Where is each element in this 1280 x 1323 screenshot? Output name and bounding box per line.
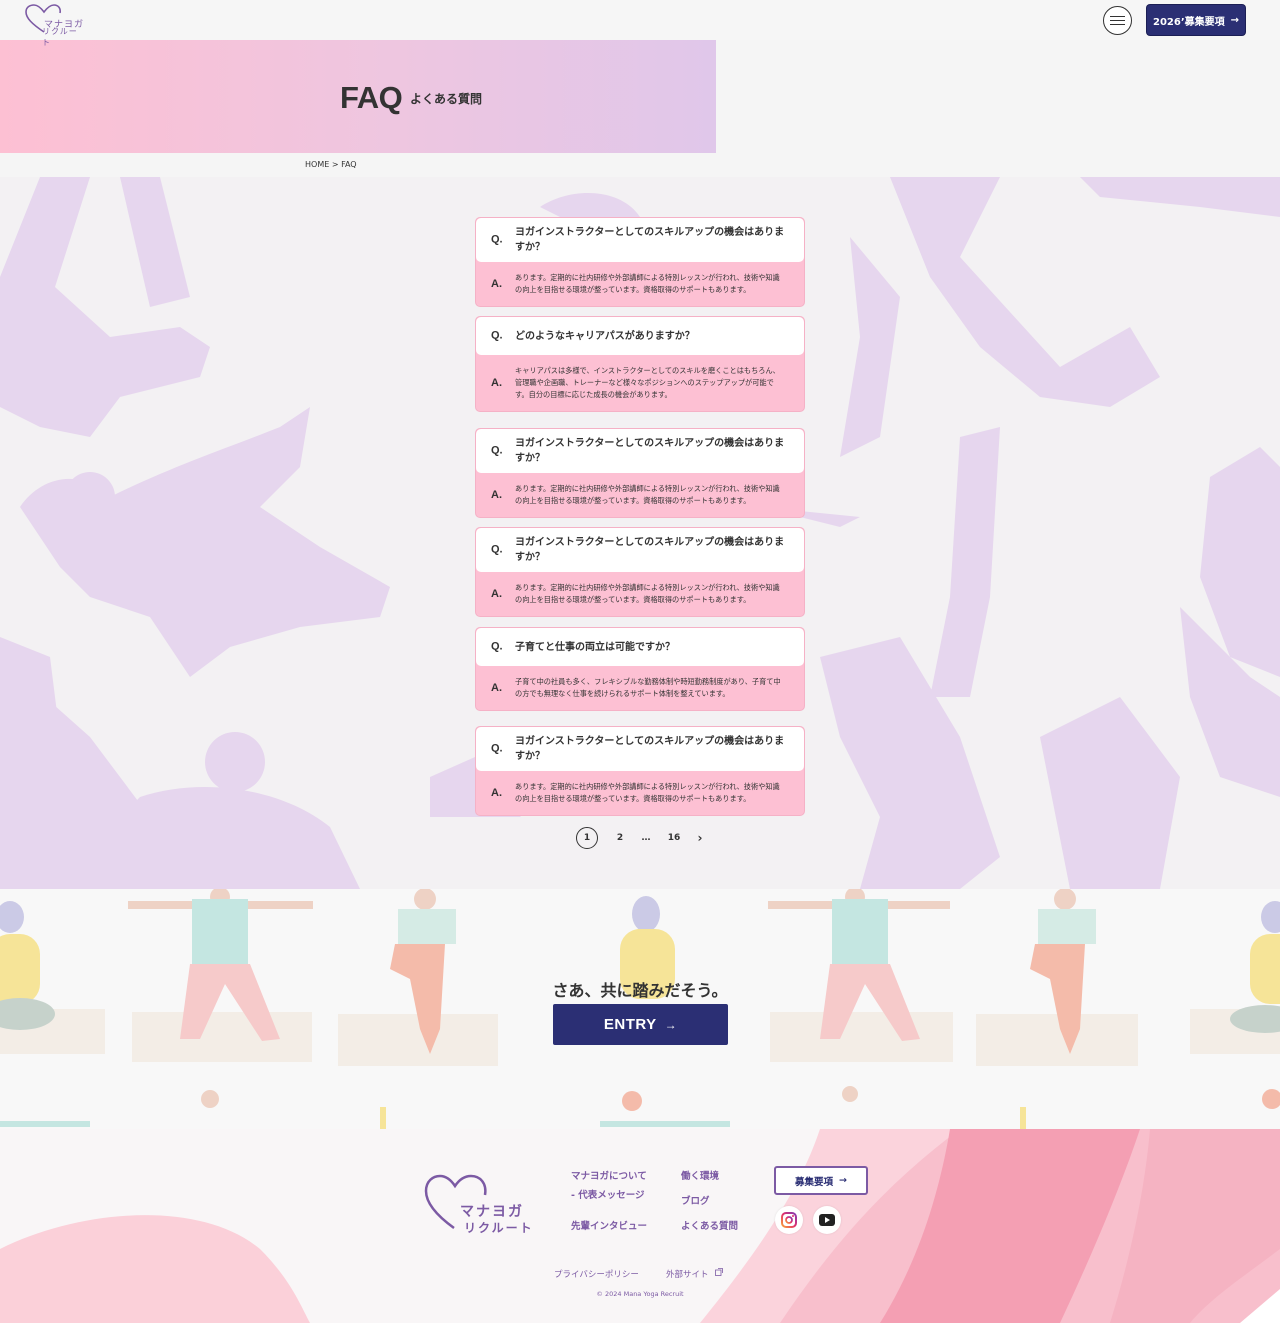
page-2[interactable]: 2 [609, 827, 631, 849]
answer-mark: A. [491, 588, 502, 600]
answer-mark: A. [491, 278, 502, 290]
recruit-button-label: 2026’募集要項 [1152, 16, 1225, 28]
recruit-requirements-button[interactable]: 2026’募集要項 → [1147, 5, 1245, 35]
site-footer: マナヨガ リクルート マナヨガについて - 代表メッセージ 先輩インタビュー 働… [0, 1129, 1280, 1323]
entry-button[interactable]: ENTRY → [553, 1004, 728, 1045]
site-header: マナヨガ リクルート 2026’募集要項 → [0, 0, 1280, 47]
faq-item[interactable]: Q. 子育てと仕事の両立は可能ですか？ A. 子育て中の社員も多く、フレキシブル… [475, 627, 805, 711]
answer-text: あります。定期的に社内研修や外部講師による特別レッスンが行われ、技術や知識の向上… [515, 782, 780, 803]
faq-question[interactable]: Q. 子育てと仕事の両立は可能ですか？ [476, 628, 804, 666]
instagram-button[interactable] [775, 1206, 803, 1234]
faq-answer: A. あります。定期的に社内研修や外部講師による特別レッスンが行われ、技術や知識… [476, 262, 804, 306]
external-site-link[interactable]: 外部サイト [666, 1268, 724, 1280]
page-title: FAQ [340, 80, 403, 115]
footer-logo-line2: リクルート [464, 1221, 534, 1235]
answer-text: あります。定期的に社内研修や外部講師による特別レッスンが行われ、技術や知識の向上… [515, 484, 780, 505]
faq-question[interactable]: Q. ヨガインストラクターとしてのスキルアップの機会はありますか？ [476, 727, 804, 771]
external-link-icon [715, 1268, 724, 1276]
site-logo[interactable]: マナヨガ リクルート [24, 4, 84, 47]
next-page-icon[interactable]: › [689, 827, 711, 849]
footer-link-message[interactable]: - 代表メッセージ [571, 1187, 645, 1201]
hamburger-menu-button[interactable] [1103, 6, 1132, 35]
menu-icon-line3 [1110, 24, 1125, 25]
arrow-right-icon: → [664, 1017, 678, 1032]
external-site-label: 外部サイト [666, 1270, 709, 1280]
page-1[interactable]: 1 [576, 827, 598, 849]
question-mark: Q. [491, 543, 503, 556]
faq-answer: A. キャリアパスは多様で、インストラクターとしてのスキルを磨くことはもちろん、… [476, 355, 804, 411]
faq-question[interactable]: Q. ヨガインストラクターとしてのスキルアップの機会はありますか？ [476, 218, 804, 262]
page-subtitle: よくある質問 [410, 92, 483, 106]
faq-answer: A. あります。定期的に社内研修や外部講師による特別レッスンが行われ、技術や知識… [476, 572, 804, 616]
answer-text: あります。定期的に社内研修や外部講師による特別レッスンが行われ、技術や知識の向上… [515, 583, 780, 604]
question-text: ヨガインストラクターとしてのスキルアップの機会はありますか？ [515, 438, 785, 464]
menu-icon [1110, 16, 1125, 17]
faq-item[interactable]: Q. ヨガインストラクターとしてのスキルアップの機会はありますか？ A. ありま… [475, 428, 805, 518]
page-16[interactable]: 16 [663, 827, 685, 849]
pagination: 1 2 … 16 › [576, 827, 711, 849]
question-text: 子育てと仕事の両立は可能ですか？ [515, 641, 675, 653]
faq-answer: A. あります。定期的に社内研修や外部講師による特別レッスンが行われ、技術や知識… [476, 771, 804, 815]
footer-link-about[interactable]: マナヨガについて [571, 1168, 647, 1182]
page-hero: FAQ よくある質問 [0, 40, 716, 153]
question-text: ヨガインストラクターとしてのスキルアップの機会はありますか？ [515, 537, 785, 563]
footer-link-blog[interactable]: ブログ [681, 1193, 710, 1207]
question-mark: Q. [491, 233, 503, 246]
footer-link-environment[interactable]: 働く環境 [681, 1168, 719, 1182]
answer-mark: A. [491, 682, 502, 694]
faq-question[interactable]: Q. どのようなキャリアパスがありますか？ [476, 317, 804, 355]
footer-recruit-label: 募集要項 [795, 1176, 834, 1188]
question-text: ヨガインストラクターとしてのスキルアップの機会はありますか？ [515, 736, 785, 762]
question-text: ヨガインストラクターとしてのスキルアップの機会はありますか？ [515, 227, 785, 253]
question-mark: Q. [491, 742, 503, 755]
faq-item[interactable]: Q. ヨガインストラクターとしてのスキルアップの機会はありますか？ A. ありま… [475, 527, 805, 617]
footer-link-interview[interactable]: 先輩インタビュー [571, 1218, 647, 1232]
faq-question[interactable]: Q. ヨガインストラクターとしてのスキルアップの機会はありますか？ [476, 429, 804, 473]
question-mark: Q. [491, 329, 503, 342]
faq-question[interactable]: Q. ヨガインストラクターとしてのスキルアップの機会はありますか？ [476, 528, 804, 572]
breadcrumb-current: FAQ [341, 160, 357, 169]
answer-text: 子育て中の社員も多く、フレキシブルな勤務体制や時短勤務制度があり、子育て中の方で… [515, 677, 781, 698]
answer-mark: A. [491, 489, 502, 501]
entry-section: さあ、共に踏みだそう。 ENTRY → [0, 889, 1280, 1129]
copyright: © 2024 Mana Yoga Recruit [596, 1290, 684, 1298]
footer-logo[interactable]: マナヨガ リクルート [424, 1173, 534, 1239]
arrow-right-icon: → [839, 1175, 847, 1186]
faq-item[interactable]: Q. ヨガインストラクターとしてのスキルアップの機会はありますか？ A. ありま… [475, 217, 805, 307]
menu-icon-line2 [1110, 20, 1125, 21]
privacy-policy-link[interactable]: プライバシーポリシー [554, 1268, 639, 1280]
faq-item[interactable]: Q. ヨガインストラクターとしてのスキルアップの機会はありますか？ A. ありま… [475, 726, 805, 816]
answer-text: キャリアパスは多様で、インストラクターとしてのスキルを磨くことはもちろん、管理職… [515, 366, 780, 399]
instagram-icon [781, 1212, 797, 1228]
breadcrumb: HOME > FAQ [305, 160, 357, 169]
breadcrumb-home[interactable]: HOME [305, 160, 329, 169]
arrow-right-icon: → [1230, 14, 1240, 26]
question-mark: Q. [491, 640, 503, 653]
answer-mark: A. [491, 787, 502, 799]
entry-button-label: ENTRY [603, 1016, 657, 1033]
breadcrumb-separator: > [331, 160, 339, 169]
answer-text: あります。定期的に社内研修や外部講師による特別レッスンが行われ、技術や知識の向上… [515, 273, 780, 294]
youtube-icon [819, 1214, 835, 1226]
faq-section: Q. ヨガインストラクターとしてのスキルアップの機会はありますか？ A. ありま… [0, 177, 1280, 889]
youtube-button[interactable] [813, 1206, 841, 1234]
entry-heading: さあ、共に踏みだそう。 [552, 981, 728, 1000]
logo-line2: リクルート [42, 27, 78, 47]
page-ellipsis: … [641, 833, 651, 843]
question-text: どのようなキャリアパスがありますか？ [515, 330, 695, 342]
answer-mark: A. [491, 377, 502, 389]
footer-recruit-button[interactable]: 募集要項 → [774, 1166, 868, 1195]
faq-answer: A. あります。定期的に社内研修や外部講師による特別レッスンが行われ、技術や知識… [476, 473, 804, 517]
faq-answer: A. 子育て中の社員も多く、フレキシブルな勤務体制や時短勤務制度があり、子育て中… [476, 666, 804, 710]
faq-item[interactable]: Q. どのようなキャリアパスがありますか？ A. キャリアパスは多様で、インスト… [475, 316, 805, 412]
footer-link-faq[interactable]: よくある質問 [681, 1218, 738, 1232]
question-mark: Q. [491, 444, 503, 457]
footer-logo-line1: マナヨガ [460, 1204, 524, 1220]
